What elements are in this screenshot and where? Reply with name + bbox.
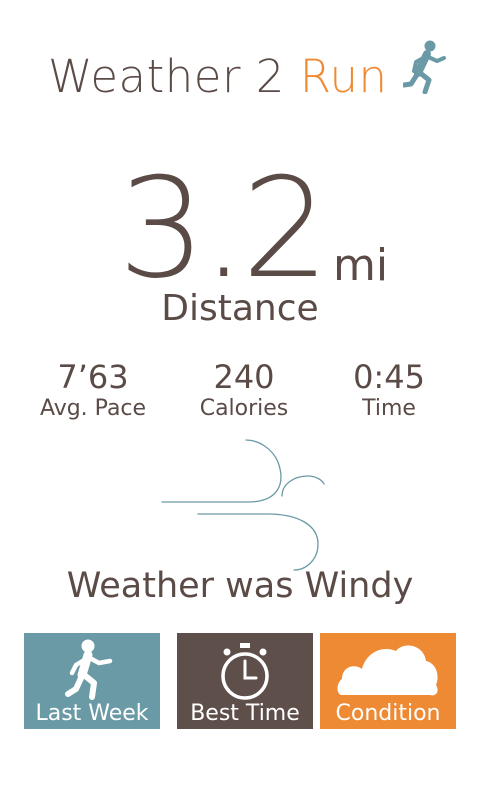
stat-value: 7’63 xyxy=(57,358,129,396)
stat-label: Calories xyxy=(199,396,289,421)
distance-value: 3.2 xyxy=(118,148,329,309)
tile-label: Last Week xyxy=(35,701,149,726)
stat-time: 0:45 Time xyxy=(314,358,464,422)
cloud-icon xyxy=(337,645,438,696)
stat-value: 0:45 xyxy=(353,358,425,396)
best-time-button[interactable]: Best Time xyxy=(177,633,313,729)
stat-avg-pace: 7’63 Avg. Pace xyxy=(18,358,168,422)
app-title: Weather 2 Run xyxy=(48,50,388,103)
stopwatch-icon xyxy=(221,643,269,700)
stat-calories: 240 Calories xyxy=(169,358,319,422)
distance-unit: mi xyxy=(333,240,389,291)
last-week-button[interactable]: Last Week xyxy=(24,633,160,729)
wind-icon xyxy=(161,439,325,571)
stat-label: Time xyxy=(362,396,416,421)
tile-label: Best Time xyxy=(190,701,300,726)
distance-label: Distance xyxy=(161,288,319,329)
condition-button[interactable]: Condition xyxy=(320,633,456,729)
stat-label: Avg. Pace xyxy=(39,396,147,421)
runner-logo-icon xyxy=(403,40,446,94)
runner-icon xyxy=(65,639,113,700)
stat-value: 240 xyxy=(213,358,275,396)
app-title-main: Weather 2 xyxy=(48,50,285,103)
tile-label: Condition xyxy=(335,701,441,726)
weather-text: Weather was Windy xyxy=(66,566,414,606)
app-title-accent: Run xyxy=(299,50,388,103)
app-header: Weather 2 Run xyxy=(0,40,480,120)
